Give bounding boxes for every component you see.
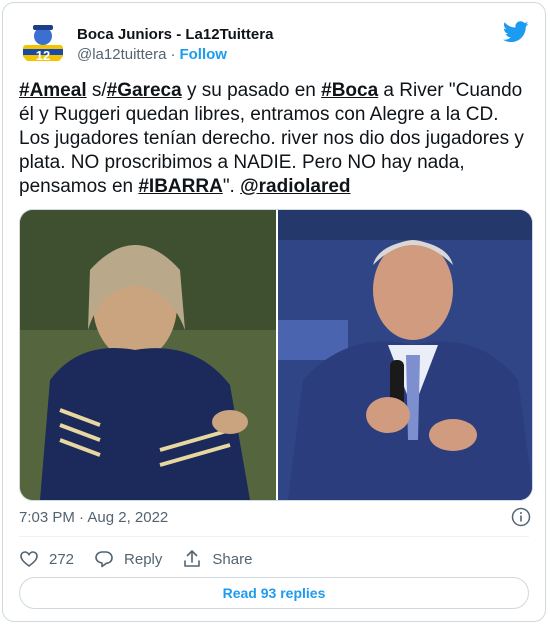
tweet-text-part-4: ".	[222, 176, 241, 197]
media-grid	[19, 209, 533, 501]
hashtag-ameal[interactable]: #Ameal	[19, 80, 87, 101]
hashtag-ibarra[interactable]: #IBARRA	[138, 176, 222, 197]
read-replies-button[interactable]: Read 93 replies	[19, 577, 529, 609]
display-name[interactable]: Boca Juniors - La12Tuittera	[77, 25, 273, 45]
reply-icon	[95, 551, 113, 568]
tweet-timestamp[interactable]: 7:03 PM · Aug 2, 2022	[19, 509, 168, 526]
follow-button[interactable]: Follow	[179, 46, 227, 63]
tweet-header: 12 Boca Juniors - La12Tuittera @la12tuit…	[19, 19, 529, 69]
separator: ·	[170, 46, 176, 63]
handle[interactable]: @la12tuittera	[77, 46, 166, 63]
photo-gareca[interactable]	[20, 210, 276, 500]
name-block: Boca Juniors - La12Tuittera @la12tuitter…	[77, 25, 273, 65]
info-icon[interactable]	[511, 507, 531, 527]
like-button[interactable]: 272	[19, 549, 74, 569]
tweet-text: #Ameal s/#Gareca y su pasado en #Boca a …	[19, 79, 524, 199]
heart-icon	[20, 551, 38, 568]
tweet-text-part-1: s/	[86, 80, 107, 101]
tweet-card: 12 Boca Juniors - La12Tuittera @la12tuit…	[2, 2, 546, 622]
handle-line: @la12tuittera · Follow	[77, 45, 273, 65]
hashtag-boca[interactable]: #Boca	[321, 80, 378, 101]
reply-label: Reply	[124, 550, 163, 568]
share-label: Share	[212, 550, 253, 568]
reply-button[interactable]: Reply	[94, 549, 162, 569]
photo-ameal[interactable]	[278, 210, 532, 500]
avatar[interactable]: 12	[19, 19, 67, 67]
twitter-bird-icon[interactable]	[503, 21, 529, 43]
mention-radiolared[interactable]: @radiolared	[240, 176, 350, 197]
like-count: 272	[49, 550, 75, 568]
avatar-label: 12	[36, 48, 50, 63]
share-icon	[184, 550, 201, 567]
action-bar: 272 Reply Share	[19, 547, 272, 571]
hashtag-gareca[interactable]: #Gareca	[107, 80, 182, 101]
share-button[interactable]: Share	[182, 549, 252, 569]
divider	[19, 536, 529, 537]
tweet-text-part-2: y su pasado en	[181, 80, 322, 101]
